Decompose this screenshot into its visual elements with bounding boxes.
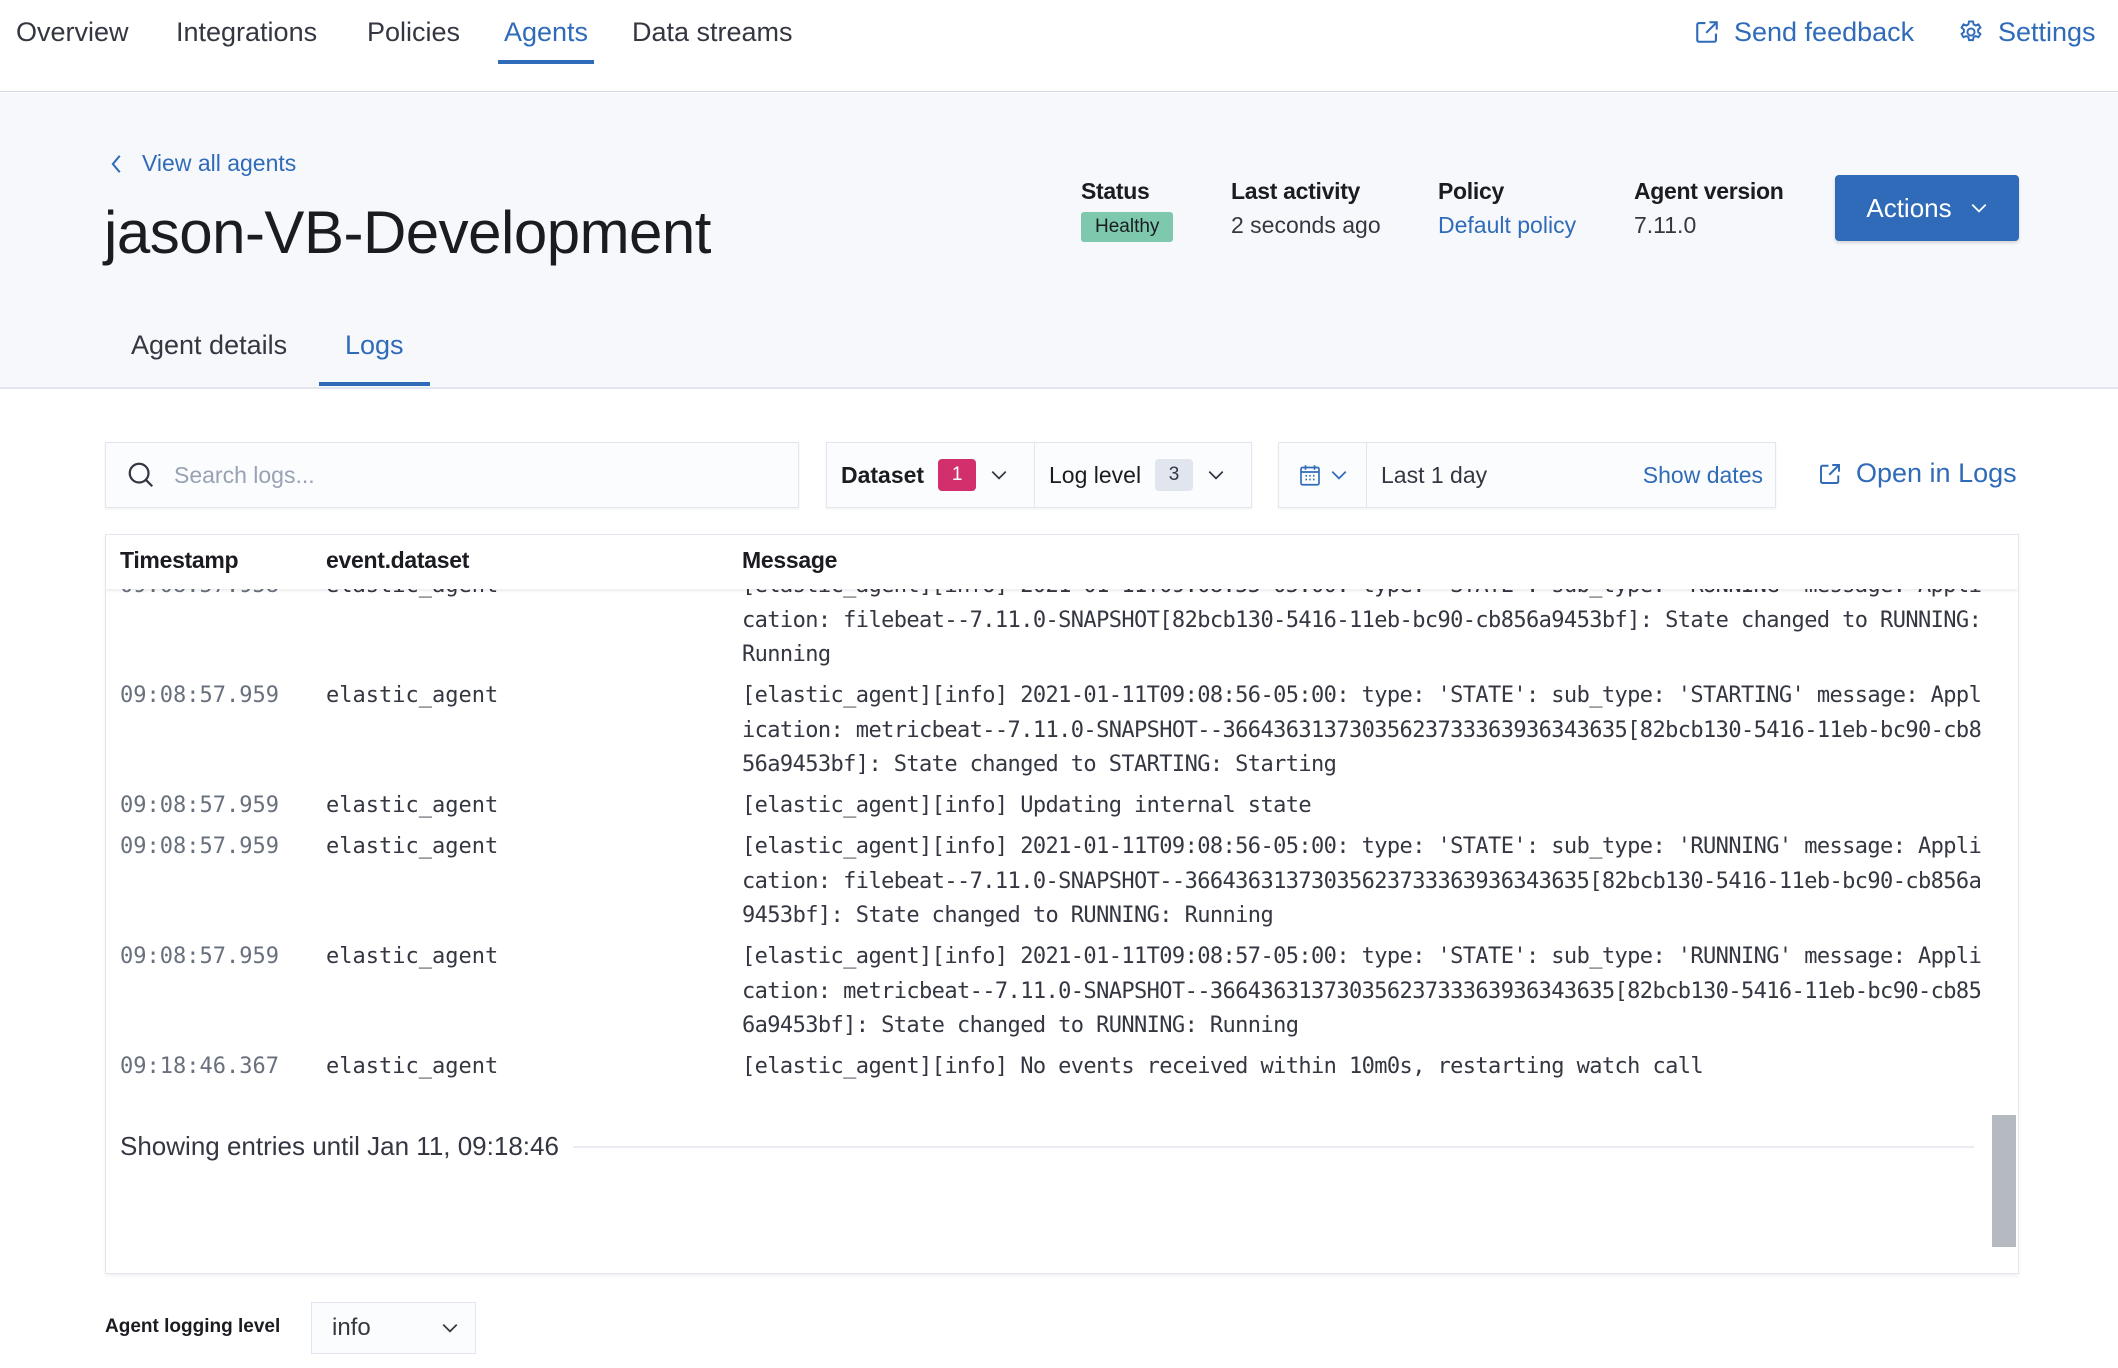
log-message: [elastic_agent][info] No events received… [742,1054,1704,1079]
tab-integrations[interactable]: Integrations [176,14,317,50]
log-timestamp: 09:08:57.959 [120,793,279,818]
last-activity-meta: Last activity 2 seconds ago [1231,176,1381,240]
actions-label: Actions [1866,192,1952,223]
scrollbar-thumb[interactable] [1992,1115,2016,1247]
log-stream-body: 09:08:57.958 elastic_agent [elastic_agen… [106,535,2018,1273]
status-meta: Status Healthy [1081,176,1174,242]
end-of-stream-text: Showing entries until Jan 11, 09:18:46 [120,1131,559,1161]
log-level-filter-button[interactable]: Log level 3 [1034,443,1251,507]
column-header-timestamp: Timestamp [120,547,239,573]
status-badge: Healthy [1081,212,1174,242]
dataset-filter-button[interactable]: Dataset 1 [827,443,1034,507]
settings-link[interactable]: Settings [1958,14,2096,50]
calendar-icon [1299,465,1320,486]
log-message: [elastic_agent][info] 2021-01-11T09:08:5… [742,683,1982,777]
send-feedback-link[interactable]: Send feedback [1694,14,1914,50]
search-icon [128,462,154,488]
search-input[interactable] [174,461,774,489]
log-dataset: elastic_agent [326,683,499,708]
chevron-down-icon [442,1324,458,1333]
policy-meta: Policy Default policy [1438,176,1576,240]
log-message: [elastic_agent][info] Updating internal … [742,793,1312,818]
tab-overview[interactable]: Overview [16,14,129,50]
log-level-filter-label: Log level [1049,461,1142,488]
log-timestamp: 09:08:57.959 [120,944,279,969]
last-activity-value: 2 seconds ago [1231,212,1381,238]
search-logs-field[interactable] [105,442,799,508]
log-timestamp: 09:18:46.367 [120,1054,279,1079]
tab-policies[interactable]: Policies [367,14,460,50]
gear-icon [1960,20,1982,42]
log-dataset: elastic_agent [326,834,499,859]
view-all-agents-link[interactable]: View all agents [108,150,296,177]
agent-logging-level-value: info [332,1314,371,1341]
tab-agent-details[interactable]: Agent details [131,330,287,361]
chevron-left-icon [111,154,121,173]
external-link-icon [1696,21,1718,43]
actions-button[interactable]: Actions [1835,175,2019,241]
tab-data-streams[interactable]: Data streams [632,14,793,50]
tab-logs[interactable]: Logs [319,330,429,386]
log-timestamp: 09:08:57.959 [120,834,279,859]
policy-label: Policy [1438,178,1504,204]
log-timestamp: 09:08:57.959 [120,683,279,708]
chevron-down-icon [1208,471,1224,480]
log-stream-panel: Timestamp event.dataset Message 09:08:57… [105,534,2019,1274]
open-in-logs-label: Open in Logs [1856,458,2017,488]
send-feedback-label: Send feedback [1734,17,1915,47]
top-nav: Overview Integrations Policies Agents Da… [0,0,2118,92]
view-all-agents-label: View all agents [142,150,297,176]
log-level-count-badge: 3 [1155,459,1194,491]
agent-version-value: 7.11.0 [1634,212,1697,238]
chevron-down-icon [991,471,1007,480]
dataset-count-badge: 1 [938,459,977,491]
log-message: [elastic_agent][info] 2021-01-11T09:08:5… [742,834,1982,928]
agent-logging-level-label: Agent logging level [105,1316,281,1337]
filter-group: Dataset 1 Log level 3 [826,442,1252,508]
divider [572,1145,1974,1148]
last-activity-label: Last activity [1231,178,1361,204]
settings-label: Settings [1998,17,2096,47]
date-picker: Last 1 day Show dates [1278,442,1776,508]
date-range-value[interactable]: Last 1 day [1381,462,1643,489]
log-dataset: elastic_agent [326,1054,499,1079]
chevron-down-icon [1971,203,1987,213]
policy-link[interactable]: Default policy [1438,210,1576,240]
external-link-icon [1820,463,1840,484]
chevron-down-icon [1331,471,1346,480]
log-dataset: elastic_agent [326,944,499,969]
end-of-stream-marker: Showing entries until Jan 11, 09:18:46 [120,1131,2000,1162]
agent-version-label: Agent version [1634,178,1784,204]
log-dataset: elastic_agent [326,793,499,818]
status-label: Status [1081,178,1150,204]
agent-logging-level-select[interactable]: info [311,1302,476,1354]
open-in-logs-link[interactable]: Open in Logs [1818,458,2017,489]
tab-agents[interactable]: Agents [497,14,595,64]
column-header-message: Message [742,547,838,573]
quick-select-button[interactable] [1279,443,1367,507]
dataset-filter-label: Dataset [841,461,925,488]
log-table-header: Timestamp event.dataset Message [106,535,2018,589]
column-header-dataset: event.dataset [326,547,470,573]
log-message: [elastic_agent][info] 2021-01-11T09:08:5… [742,944,1982,1038]
page-title: jason-VB-Development [104,199,711,266]
agent-version-meta: Agent version 7.11.0 [1634,176,1784,240]
show-dates-button[interactable]: Show dates [1643,462,1763,489]
